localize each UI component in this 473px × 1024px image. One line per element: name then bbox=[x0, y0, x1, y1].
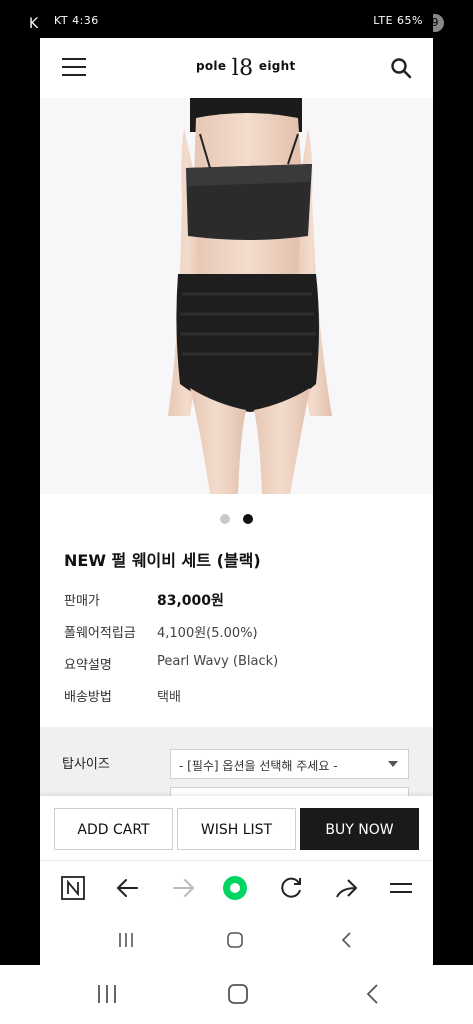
add-cart-button[interactable]: ADD CART bbox=[54, 808, 173, 850]
status-bar: KT 4:36 LTE 65% bbox=[40, 0, 433, 38]
action-bar: ADD CART WISH LIST BUY NOW bbox=[40, 796, 433, 860]
info-label: 판매가 bbox=[64, 594, 100, 609]
recent-apps-icon[interactable] bbox=[96, 983, 118, 1005]
info-label: 배송방법 bbox=[64, 690, 112, 705]
browser-toolbar bbox=[40, 860, 433, 915]
logo-mark: l8 bbox=[231, 56, 254, 81]
forward-arrow-icon[interactable] bbox=[170, 875, 196, 901]
carousel-dot-2[interactable] bbox=[243, 514, 254, 524]
logo-left-text: pole bbox=[196, 59, 227, 73]
carousel-indicator bbox=[40, 509, 433, 528]
site-logo[interactable]: pole l8 eight bbox=[196, 56, 296, 81]
green-dot-icon[interactable] bbox=[222, 875, 248, 901]
home-icon[interactable] bbox=[227, 983, 249, 1005]
inner-navigation-bar bbox=[40, 915, 433, 965]
search-icon[interactable] bbox=[390, 57, 412, 79]
back-icon[interactable] bbox=[362, 983, 384, 1005]
site-header: pole l8 eight bbox=[40, 38, 433, 96]
edge-left-text: K bbox=[29, 16, 39, 32]
logo-right-text: eight bbox=[258, 59, 296, 73]
right-edge: 9 bbox=[426, 0, 473, 965]
carousel-dot-1[interactable] bbox=[219, 514, 230, 524]
top-size-select[interactable]: - [필수] 옵션을 선택해 주세요 - bbox=[170, 749, 409, 779]
back-icon[interactable] bbox=[338, 931, 356, 949]
info-value-summary: Pearl Wavy (Black) bbox=[157, 654, 279, 669]
product-image[interactable] bbox=[40, 98, 433, 494]
wish-list-button[interactable]: WISH LIST bbox=[177, 808, 296, 850]
buy-now-button[interactable]: BUY NOW bbox=[300, 808, 419, 850]
swimsuit-product-photo-icon bbox=[40, 98, 433, 494]
refresh-icon[interactable] bbox=[278, 875, 304, 901]
info-value-shipping: 택배 bbox=[157, 690, 181, 705]
info-value-price: 83,000원 bbox=[157, 593, 224, 609]
product-title: NEW 펄 웨이비 세트 (블랙) bbox=[64, 551, 261, 570]
phone-screen: KT 4:36 LTE 65% pole l8 eight NEW 펄 웨이비 … bbox=[40, 0, 433, 965]
recent-apps-icon[interactable] bbox=[117, 931, 135, 949]
info-label: 요약설명 bbox=[64, 658, 112, 673]
top-size-label: 탑사이즈 bbox=[62, 757, 110, 772]
menu-icon[interactable] bbox=[388, 875, 414, 901]
share-icon[interactable] bbox=[333, 875, 359, 901]
info-label: 폴웨어적립금 bbox=[64, 626, 136, 641]
hamburger-menu-icon[interactable] bbox=[62, 58, 86, 76]
chevron-down-icon bbox=[388, 761, 398, 767]
outer-navigation-bar bbox=[0, 965, 473, 1024]
home-icon[interactable] bbox=[226, 931, 244, 949]
naver-icon[interactable] bbox=[60, 875, 86, 901]
status-right-text: LTE 65% bbox=[373, 14, 423, 27]
status-left-text: KT 4:36 bbox=[54, 14, 99, 27]
left-edge: K bbox=[0, 0, 40, 965]
top-size-placeholder: - [필수] 옵션을 선택해 주세요 - bbox=[179, 759, 338, 773]
back-arrow-icon[interactable] bbox=[115, 875, 141, 901]
info-value-points: 4,100원(5.00%) bbox=[157, 626, 258, 641]
